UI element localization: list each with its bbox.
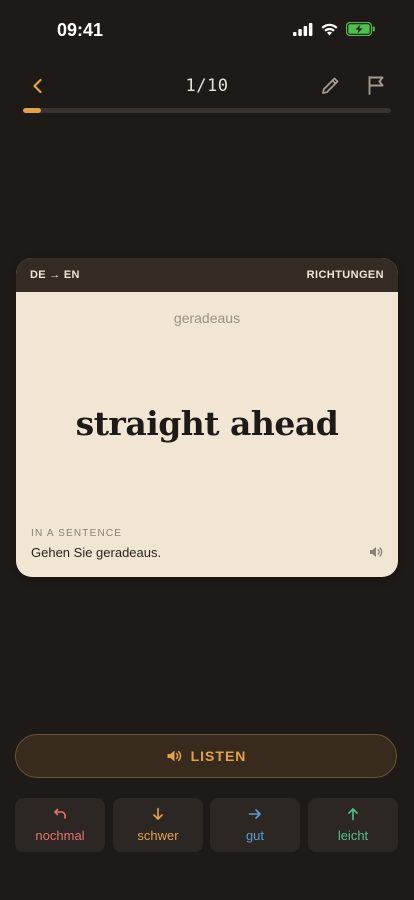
session-progress-bar	[23, 108, 391, 113]
pencil-icon	[322, 77, 339, 94]
card-prompt-word: geradeaus	[173, 310, 241, 326]
rate-again-button[interactable]: nochmal	[15, 798, 105, 852]
flashcard[interactable]: DE → EN RICHTUNGEN geradeaus straight ah…	[16, 258, 398, 577]
status-time: 09:41	[57, 20, 104, 40]
card-header: DE → EN RICHTUNGEN	[16, 258, 398, 292]
deck-name: RICHTUNGEN	[306, 269, 384, 281]
rate-easy-button[interactable]: leicht	[308, 798, 398, 852]
arrow-right-icon	[248, 809, 261, 819]
flashcard-screen: 09:41 1/10 DE → EN RICHTUNGEN geradeaus …	[0, 0, 414, 900]
rate-easy-label: leicht	[337, 828, 369, 843]
sentence-label: IN A SENTENCE	[31, 528, 123, 539]
listen-label: LISTEN	[190, 748, 247, 764]
arrow-down-icon	[153, 807, 163, 820]
arrow-up-icon	[348, 808, 358, 821]
flag-icon	[368, 76, 384, 95]
cellular-signal-icon	[293, 22, 313, 36]
card-answer: straight ahead	[75, 404, 339, 443]
flag-card-button[interactable]	[364, 73, 388, 97]
rating-buttons: nochmal schwer gut leicht	[15, 798, 401, 852]
status-bar: 09:41	[0, 0, 414, 60]
battery-charging-icon	[346, 22, 375, 36]
card-progress-counter: 1/10	[185, 76, 229, 96]
language-direction: DE → EN	[30, 269, 80, 281]
undo-icon	[54, 808, 66, 819]
status-icons	[293, 22, 376, 36]
wifi-icon	[321, 23, 338, 36]
example-sentence: Gehen Sie geradeaus.	[31, 545, 162, 560]
top-nav: 1/10	[0, 66, 414, 106]
rate-good-label: gut	[245, 828, 265, 843]
rate-again-label: nochmal	[35, 828, 85, 843]
rate-hard-button[interactable]: schwer	[113, 798, 203, 852]
rate-good-button[interactable]: gut	[210, 798, 300, 852]
play-sentence-button[interactable]	[368, 544, 384, 560]
session-progress-fill	[23, 108, 42, 113]
speaker-icon	[370, 547, 383, 557]
listen-button[interactable]: LISTEN	[15, 734, 397, 778]
speaker-icon	[167, 750, 181, 762]
edit-card-button[interactable]	[319, 73, 343, 97]
rate-hard-label: schwer	[137, 828, 179, 843]
